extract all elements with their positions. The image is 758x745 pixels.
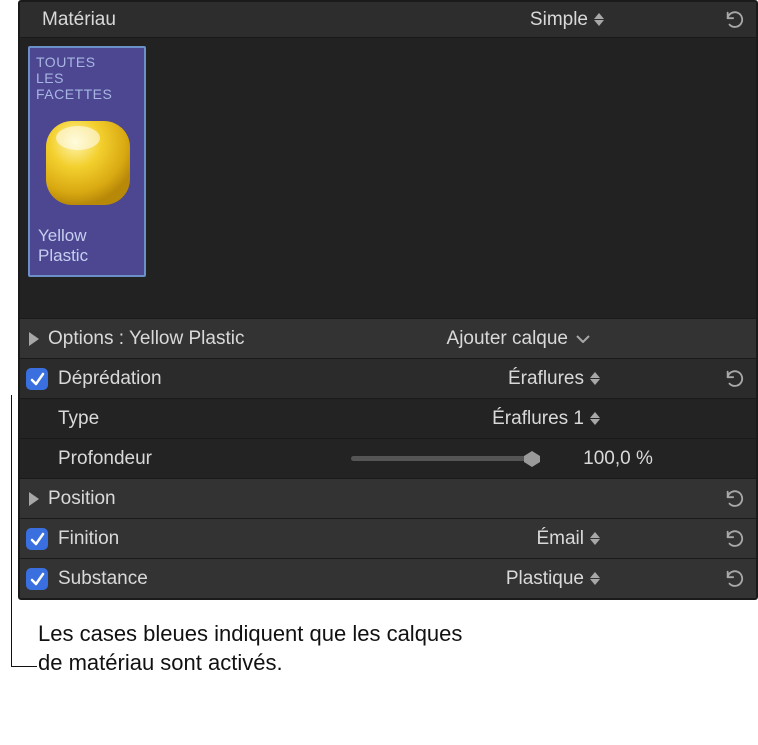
depr-checkbox[interactable] <box>26 368 48 390</box>
depth-label: Profondeur <box>58 448 351 470</box>
panel-title: Matériau <box>42 9 530 31</box>
reset-button[interactable] <box>724 368 746 390</box>
updown-icon <box>590 532 600 545</box>
heading-line2: LES FACETTES <box>36 70 112 102</box>
check-icon <box>29 371 45 387</box>
finish-value-dropdown[interactable]: Émail <box>536 528 606 550</box>
material-thumb <box>36 108 140 218</box>
depr-label: Déprédation <box>58 368 508 390</box>
depth-slider[interactable] <box>351 456 536 461</box>
name-line1: Yellow <box>38 226 87 245</box>
type-value-label: Éraflures 1 <box>492 408 584 430</box>
name-line2: Plastic <box>38 246 88 265</box>
updown-icon <box>590 412 600 425</box>
updown-icon <box>590 372 600 385</box>
reset-button[interactable] <box>724 488 746 510</box>
depr-reset-slot <box>606 368 746 390</box>
substance-reset-slot <box>606 568 746 590</box>
finish-reset-slot <box>606 528 746 550</box>
type-row: Type Éraflures 1 <box>20 398 756 438</box>
material-card[interactable]: TOUTES LES FACETTES <box>28 46 146 277</box>
material-card-heading: TOUTES LES FACETTES <box>36 54 138 102</box>
depr-row: Déprédation Éraflures <box>20 358 756 398</box>
material-preview-icon <box>38 113 138 213</box>
add-layer-dropdown[interactable]: Ajouter calque <box>447 328 596 350</box>
substance-value-dropdown[interactable]: Plastique <box>506 568 606 590</box>
position-reset-slot <box>656 488 746 510</box>
reset-button[interactable] <box>724 568 746 590</box>
depth-row: Profondeur 100,0 % <box>20 438 756 478</box>
material-name: Yellow Plastic <box>36 226 138 265</box>
slider-track <box>351 456 536 461</box>
callout-line <box>11 395 37 667</box>
substance-row: Substance Plastique <box>20 558 756 598</box>
add-layer-label: Ajouter calque <box>447 328 568 350</box>
finish-value-label: Émail <box>536 528 584 550</box>
updown-icon <box>594 13 604 26</box>
depr-value-dropdown[interactable]: Éraflures <box>508 368 606 390</box>
mode-dropdown[interactable]: Simple <box>530 9 604 31</box>
type-label: Type <box>58 408 492 430</box>
substance-label: Substance <box>58 568 506 590</box>
finish-row: Finition Émail <box>20 518 756 558</box>
finish-label: Finition <box>58 528 536 550</box>
options-disclosure[interactable] <box>20 332 48 346</box>
chevron-down-icon <box>576 335 590 343</box>
position-label: Position <box>48 488 656 510</box>
materials-area: TOUTES LES FACETTES <box>20 38 756 318</box>
panel-header: Matériau Simple <box>20 2 756 38</box>
reset-button[interactable] <box>724 9 746 31</box>
updown-icon <box>590 572 600 585</box>
substance-value-label: Plastique <box>506 568 584 590</box>
triangle-right-icon <box>29 332 39 346</box>
type-value-dropdown[interactable]: Éraflures 1 <box>492 408 606 430</box>
mode-dropdown-label: Simple <box>530 9 588 31</box>
heading-line1: TOUTES <box>36 54 96 70</box>
slider-thumb-icon[interactable] <box>524 451 540 472</box>
reset-button[interactable] <box>724 528 746 550</box>
options-row: Options : Yellow Plastic Ajouter calque <box>20 318 756 358</box>
depth-value: 100,0 % <box>546 448 696 470</box>
inspector-panel: Matériau Simple TOUTES LES FACETTES <box>18 0 758 600</box>
callout-text: Les cases bleues indiquent que les calqu… <box>0 600 480 677</box>
options-label: Options : Yellow Plastic <box>48 328 447 350</box>
depr-value-label: Éraflures <box>508 368 584 390</box>
position-row: Position <box>20 478 756 518</box>
